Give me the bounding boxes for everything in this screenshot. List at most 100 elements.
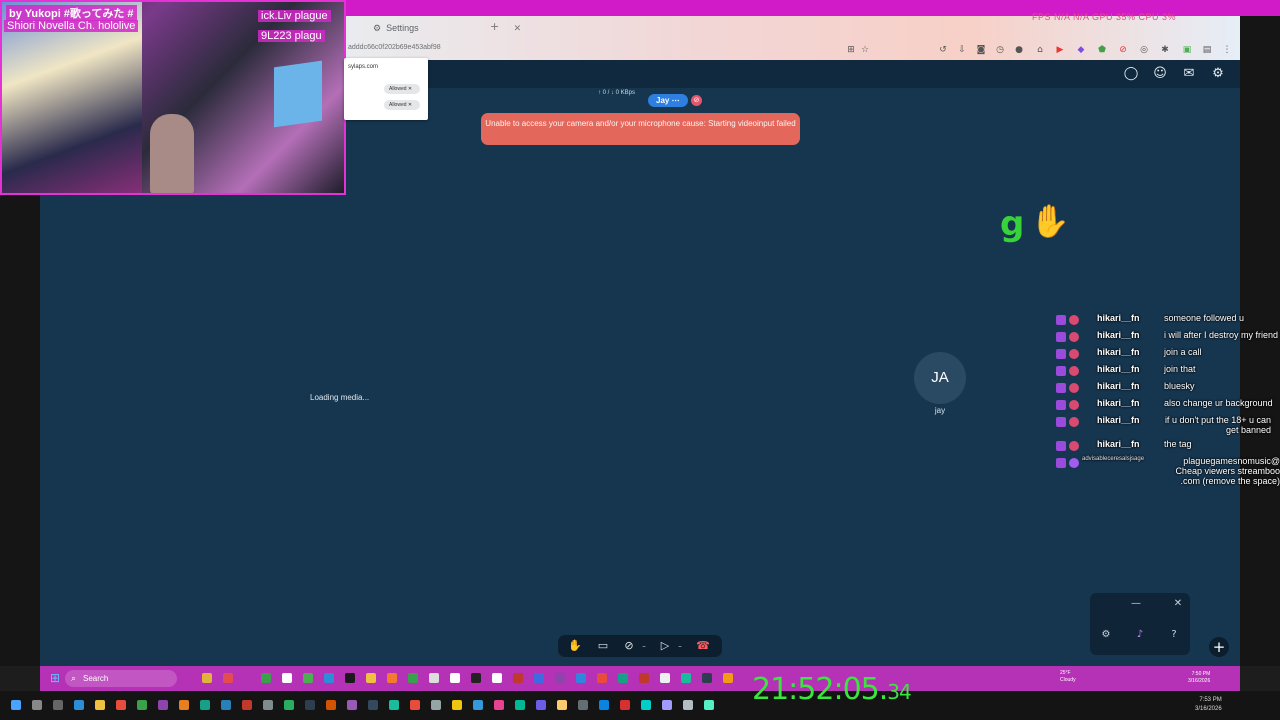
shield-icon[interactable]: ⬟ [1097,45,1107,55]
camera-permission-chip[interactable]: Allowed ✕ [384,84,420,94]
close-tab-icon[interactable]: ✕ [514,23,522,34]
windows-start-icon[interactable] [11,700,21,710]
app-icon[interactable] [389,700,399,710]
mic-options-chevron-icon[interactable]: – [637,639,651,653]
app-icon[interactable] [660,673,670,683]
minimize-icon[interactable]: — [1130,598,1142,610]
app-icon[interactable] [578,700,588,710]
extension-icon[interactable]: ● [1014,45,1024,55]
new-tab-icon[interactable]: + [490,20,499,33]
mic-permission-chip[interactable]: Allowed ✕ [384,100,420,110]
xbox-icon[interactable] [261,673,271,683]
terminal-icon[interactable] [345,673,355,683]
tab-settings[interactable]: ⚙ Settings ✕ [365,19,529,37]
app-icon[interactable] [641,700,651,710]
menu-icon[interactable]: ⋮ [1222,45,1232,55]
gear-icon[interactable]: ⚙ [1100,629,1112,641]
mail-icon[interactable]: ✉ [1181,66,1197,82]
camera-off-icon[interactable]: ▷ [658,639,672,653]
hang-up-icon[interactable]: ☎ [696,639,710,653]
app-icon[interactable] [263,700,273,710]
app-icon[interactable] [158,700,168,710]
app-icon[interactable] [221,700,231,710]
app-icon[interactable] [557,700,567,710]
puzzle-icon[interactable]: ✱ [1160,45,1170,55]
app-icon[interactable] [452,700,462,710]
settings-gear-icon[interactable]: ⚙ [1210,66,1226,82]
app-icon[interactable] [599,700,609,710]
app-icon[interactable] [494,700,504,710]
app-icon[interactable] [202,673,212,683]
app-icon[interactable] [723,673,733,683]
app-icon[interactable] [618,673,628,683]
raise-hand-icon[interactable]: ✋ [568,639,582,653]
app-icon[interactable] [473,700,483,710]
app-icon[interactable] [662,700,672,710]
app-icon[interactable] [702,673,712,683]
app-icon[interactable] [536,700,546,710]
app-icon[interactable] [683,700,693,710]
timer-icon[interactable]: ◷ [995,45,1005,55]
chrome-icon[interactable] [303,673,313,683]
taskbar-clock[interactable]: 7:50 PM 3/16/2026 [1188,671,1210,685]
app-icon[interactable] [431,700,441,710]
app-icon[interactable] [242,700,252,710]
chat-bubble-icon[interactable]: ◯ [1123,66,1139,82]
youtube-icon[interactable]: ▶ [1055,45,1065,55]
star-icon[interactable]: ☆ [860,45,870,55]
app-icon[interactable] [429,673,439,683]
microphone-icon[interactable]: ♪ [1134,629,1146,641]
app-icon[interactable] [116,700,126,710]
weather-widget[interactable]: 25°F Cloudy [1060,670,1076,684]
app-icon[interactable] [282,673,292,683]
app-icon[interactable] [704,700,714,710]
app-icon[interactable] [534,673,544,683]
help-icon[interactable]: ? [1168,629,1180,641]
search-icon[interactable] [32,700,42,710]
edge-icon[interactable] [324,673,334,683]
install-icon[interactable]: ⊞ [846,45,856,55]
app-icon[interactable] [347,700,357,710]
app-icon[interactable] [410,700,420,710]
app-icon[interactable] [450,673,460,683]
url-text[interactable]: adddc66c0f202b69e453abf98 [348,44,441,51]
app-icon[interactable] [408,673,418,683]
app-icon[interactable] [513,673,523,683]
folder-icon[interactable] [95,700,105,710]
home-icon[interactable]: ⌂ [1035,45,1045,55]
participant-pill[interactable]: Jay ⋯ [648,94,688,107]
app-icon[interactable] [305,700,315,710]
app-icon[interactable] [681,673,691,683]
app-icon[interactable] [515,700,525,710]
people-icon[interactable]: ☺ [1152,66,1168,82]
folder-icon[interactable] [366,673,376,683]
app-icon[interactable] [492,673,502,683]
download-icon[interactable]: ⇩ [957,45,967,55]
task-view-icon[interactable] [53,700,63,710]
split-icon[interactable]: ▤ [1202,45,1212,55]
screen-share-icon[interactable]: ▭ [596,639,610,653]
app-icon[interactable] [639,673,649,683]
edge-icon[interactable] [74,700,84,710]
app-icon[interactable] [326,700,336,710]
app-icon[interactable] [368,700,378,710]
app-icon[interactable] [555,673,565,683]
app-icon[interactable] [137,700,147,710]
app-icon[interactable] [223,673,233,683]
address-bar[interactable]: adddc66c0f202b69e453abf98 ⊞ ☆ ↺ ⇩ ◙ ◷ ● … [340,42,1240,60]
taskbar-search[interactable]: ⌕ Search [65,670,177,687]
avatar[interactable]: JA [914,352,966,404]
camera-icon[interactable]: ◙ [976,45,986,55]
close-icon[interactable]: ✕ [1172,598,1184,610]
add-button[interactable]: + [1209,637,1229,657]
block-icon[interactable]: ⊘ [1118,45,1128,55]
host-clock[interactable]: 7:53 PM 3/16/2026 [1195,696,1222,714]
windows-start-icon[interactable]: ⊞ [50,672,62,684]
mic-muted-icon[interactable]: ⊘ [622,639,636,653]
camera-options-chevron-icon[interactable]: – [673,639,687,653]
app-icon[interactable] [620,700,630,710]
app-icon[interactable] [387,673,397,683]
history-icon[interactable]: ↺ [938,45,948,55]
app-icon[interactable] [597,673,607,683]
app-icon[interactable] [200,700,210,710]
